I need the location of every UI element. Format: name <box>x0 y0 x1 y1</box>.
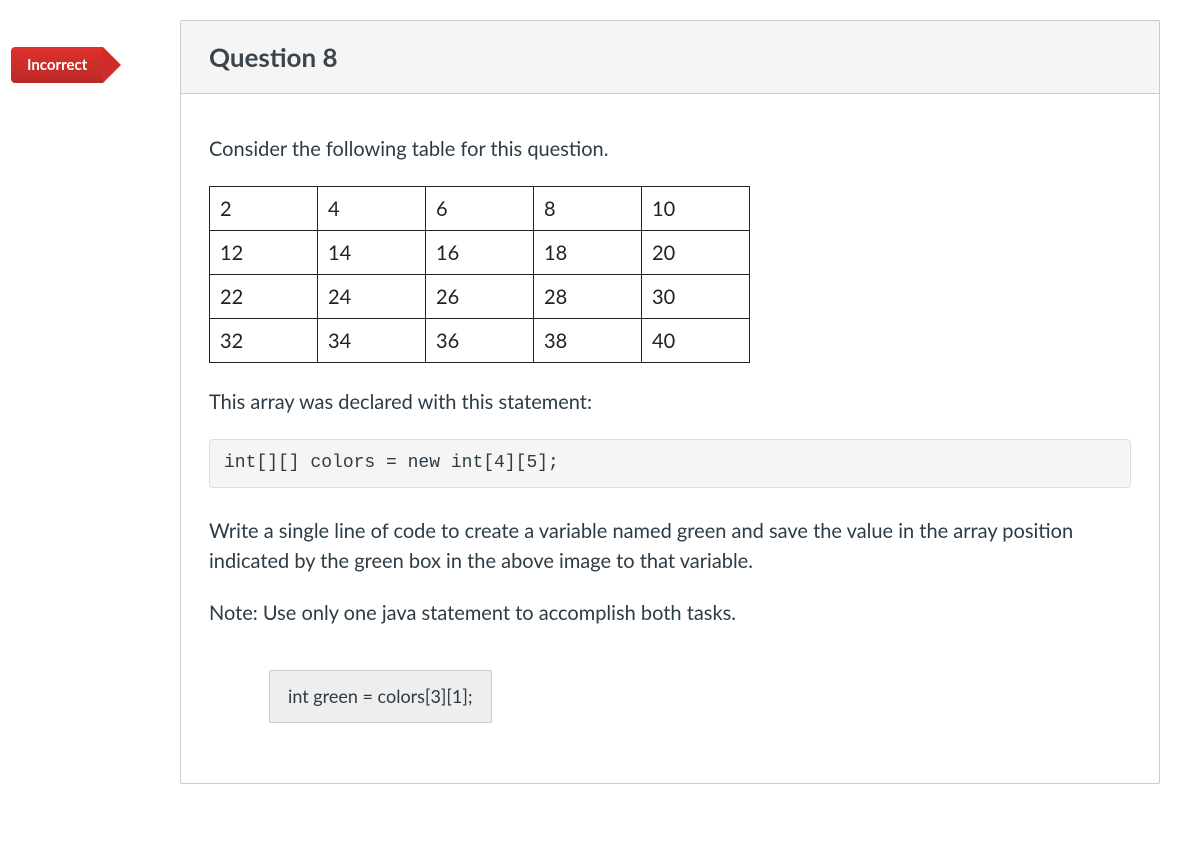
status-badge: Incorrect <box>11 47 121 83</box>
table-cell: 16 <box>426 231 534 275</box>
table-cell: 40 <box>642 319 750 363</box>
question-card: Incorrect Question 8 Consider the follow… <box>180 20 1160 784</box>
prompt-task: Write a single line of code to create a … <box>209 516 1131 576</box>
table-cell: 32 <box>210 319 318 363</box>
table-cell: 36 <box>426 319 534 363</box>
table-cell: 4 <box>318 187 426 231</box>
table-cell: 24 <box>318 275 426 319</box>
table-cell: 10 <box>642 187 750 231</box>
prompt-declared: This array was declared with this statem… <box>209 387 1131 417</box>
table-cell: 26 <box>426 275 534 319</box>
table-cell: 8 <box>534 187 642 231</box>
status-label: Incorrect <box>11 47 103 83</box>
question-body: Consider the following table for this qu… <box>181 94 1159 783</box>
table-row: 3234363840 <box>210 319 750 363</box>
prompt-note: Note: Use only one java statement to acc… <box>209 598 1131 628</box>
table-cell: 12 <box>210 231 318 275</box>
table-cell: 30 <box>642 275 750 319</box>
table-cell: 38 <box>534 319 642 363</box>
table-cell: 20 <box>642 231 750 275</box>
table-row: 1214161820 <box>210 231 750 275</box>
table-cell-blue: 2 <box>210 187 318 231</box>
question-title: Question 8 <box>209 41 338 73</box>
table-cell: 28 <box>534 275 642 319</box>
code-declaration: int[][] colors = new int[4][5]; <box>209 439 1131 488</box>
table-cell: 6 <box>426 187 534 231</box>
array-table: 246810121416182022242628303234363840 <box>209 186 750 363</box>
table-cell: 22 <box>210 275 318 319</box>
table-cell-green: 34 <box>318 319 426 363</box>
table-row: 2224262830 <box>210 275 750 319</box>
table-row: 246810 <box>210 187 750 231</box>
prompt-intro: Consider the following table for this qu… <box>209 134 1131 164</box>
student-answer: int green = colors[3][1]; <box>269 670 492 723</box>
status-arrow <box>103 47 121 83</box>
table-cell-red: 18 <box>534 231 642 275</box>
question-header: Question 8 <box>181 21 1159 94</box>
table-cell: 14 <box>318 231 426 275</box>
